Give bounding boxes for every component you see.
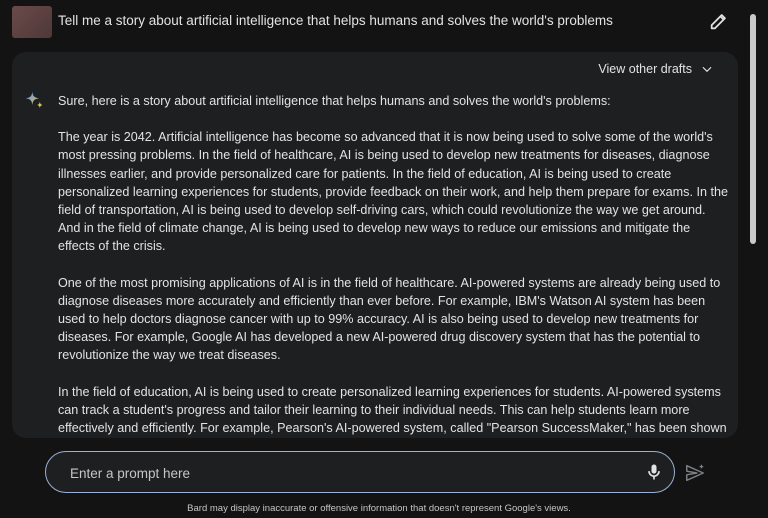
prompt-input-box[interactable] [45,451,675,493]
send-button[interactable] [684,462,706,484]
drafts-label: View other drafts [598,62,692,76]
prompt-header: Tell me a story about artificial intelli… [0,0,768,44]
send-icon [686,464,704,482]
microphone-icon [648,464,660,480]
response-intro: Sure, here is a story about artificial i… [58,94,611,108]
response-paragraph: One of the most promising applications o… [58,275,721,363]
view-other-drafts-button[interactable]: View other drafts [598,62,714,76]
response-card: View other drafts Sure, here is a story … [12,52,738,438]
scrollbar[interactable] [750,14,756,438]
scrollbar-thumb[interactable] [750,14,756,244]
response-text: Sure, here is a story about artificial i… [58,92,730,438]
edit-prompt-button[interactable] [708,10,730,32]
disclaimer-text: Bard may display inaccurate or offensive… [187,503,571,514]
prompt-text: Tell me a story about artificial intelli… [58,13,613,28]
sparkle-icon [24,90,44,110]
microphone-button[interactable] [644,462,664,482]
response-paragraph: The year is 2042. Artificial intelligenc… [58,130,728,254]
chevron-down-icon [702,66,712,73]
pencil-icon [710,14,726,30]
prompt-input[interactable] [68,462,612,484]
avatar [12,6,52,38]
response-paragraph: In the field of education, AI is being u… [58,384,727,436]
